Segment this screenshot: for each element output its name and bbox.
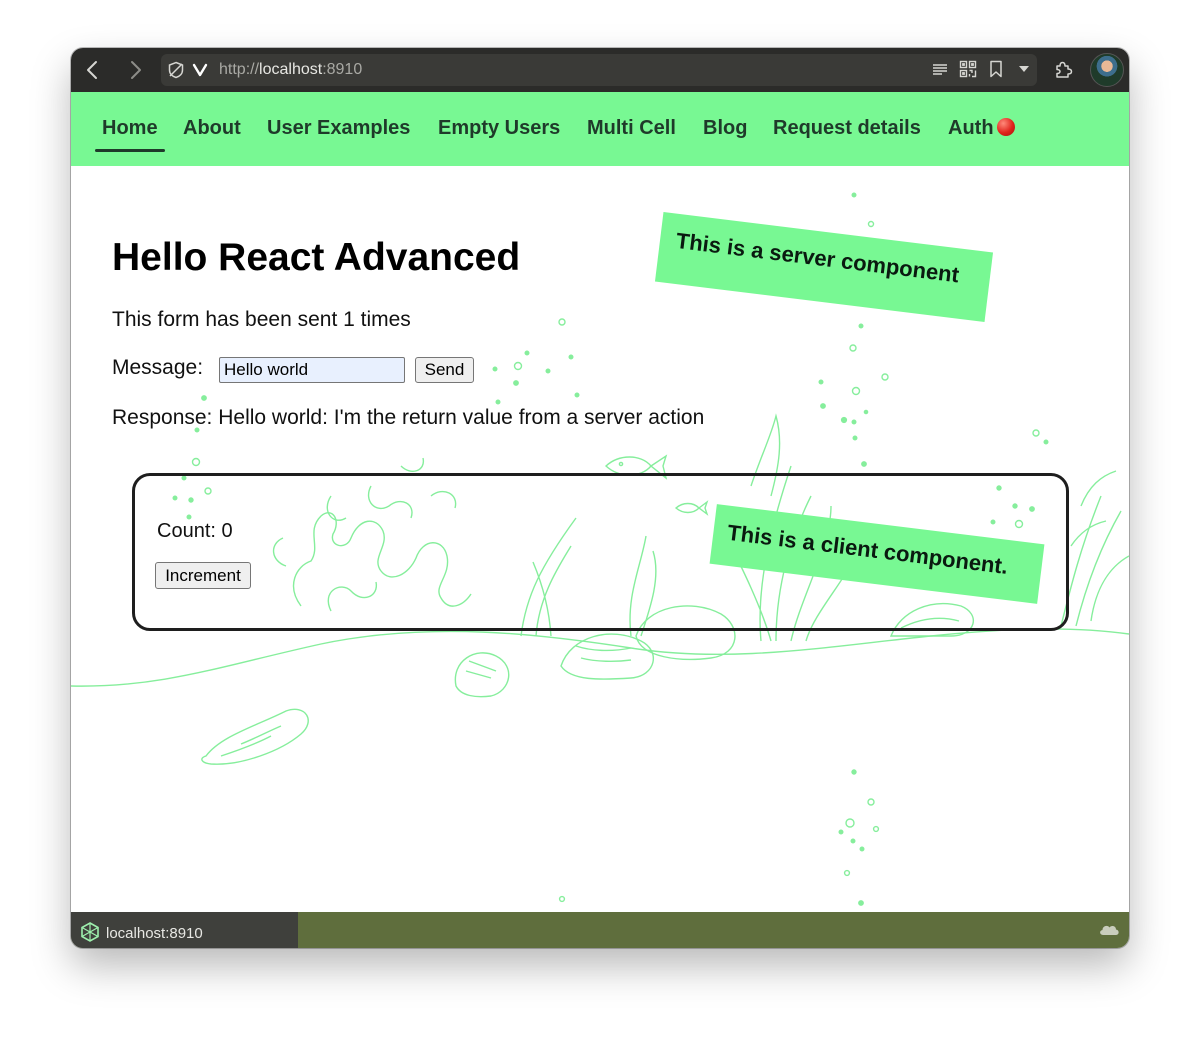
cloud-icon[interactable] — [1097, 920, 1121, 938]
extensions-icon[interactable] — [1053, 58, 1075, 80]
increment-button[interactable]: Increment — [155, 562, 251, 589]
shield-icon[interactable] — [167, 61, 185, 79]
response-text: Response: Hello world: I'm the return va… — [112, 406, 705, 429]
browser-statusbar: localhost:8910 — [71, 912, 1129, 948]
forward-icon[interactable] — [124, 58, 148, 82]
nav-item-multi-cell[interactable]: Multi Cell — [587, 117, 676, 139]
reader-icon[interactable] — [929, 58, 951, 80]
send-button[interactable]: Send — [415, 357, 474, 383]
nav-item-blog[interactable]: Blog — [703, 117, 747, 139]
nav-item-auth[interactable]: Auth — [948, 117, 1015, 139]
dropdown-icon[interactable] — [1013, 58, 1035, 80]
vivaldi-icon — [191, 61, 209, 79]
statusbar-host: localhost:8910 — [106, 925, 203, 942]
nav-item-home[interactable]: Home — [95, 117, 165, 152]
bookmark-icon[interactable] — [985, 58, 1007, 80]
nav-item-user-examples[interactable]: User Examples — [267, 117, 410, 139]
count-display: Count: 0 — [157, 520, 233, 542]
avatar[interactable] — [1090, 53, 1124, 87]
url-text[interactable]: http://localhost:8910 — [219, 61, 362, 79]
form-sent-count: This form has been sent 1 times — [112, 308, 411, 331]
message-label: Message: — [112, 356, 204, 379]
site-logo-icon — [81, 922, 99, 942]
qr-code-icon[interactable] — [957, 58, 979, 80]
app-navigation: Home About User Examples Empty Users Mul… — [71, 92, 1129, 166]
status-dot-icon — [996, 118, 1015, 136]
browser-toolbar: http://localhost:8910 — [71, 48, 1129, 92]
nav-item-about[interactable]: About — [183, 117, 241, 139]
nav-item-request-details[interactable]: Request details — [773, 117, 921, 139]
back-icon[interactable] — [80, 58, 104, 82]
page-title: Hello React Advanced — [112, 236, 521, 279]
nav-item-empty-users[interactable]: Empty Users — [438, 117, 560, 139]
nav-item-auth-label: Auth — [948, 117, 994, 139]
address-bar[interactable]: http://localhost:8910 — [161, 54, 1037, 86]
page-content: Hello React Advanced This form has been … — [71, 166, 1129, 912]
message-input[interactable] — [219, 357, 405, 383]
statusbar-host-panel: localhost:8910 — [71, 912, 298, 948]
browser-window: http://localhost:8910 Home About User Ex… — [71, 48, 1129, 948]
